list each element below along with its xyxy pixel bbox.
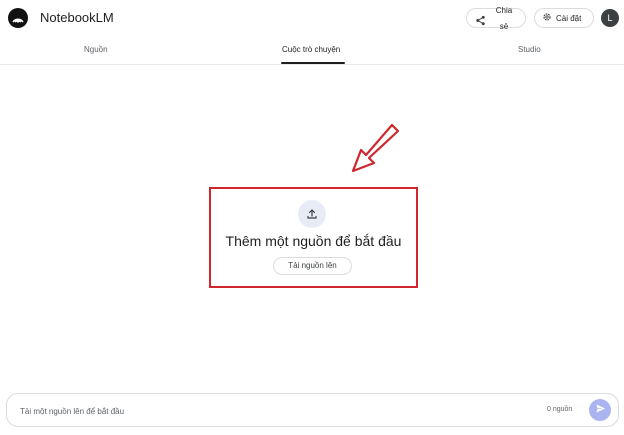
tab-sources[interactable]: Nguồn [84,45,108,54]
send-icon [595,401,606,419]
tab-chat[interactable]: Cuộc trò chuyện [282,45,340,54]
settings-label: Cài đặt [556,13,582,23]
active-tab-indicator [281,62,345,64]
source-count: 0 nguồn [547,406,573,413]
avatar[interactable]: L [601,9,619,27]
upload-source-button[interactable]: Tải nguồn lên [273,257,352,275]
share-icon [475,13,486,31]
gear-icon [542,12,552,24]
app-title: NotebookLM [40,10,114,25]
send-button[interactable] [589,399,611,421]
chat-input[interactable] [18,402,502,420]
tab-studio[interactable]: Studio [518,45,541,54]
notebooklm-logo-icon[interactable] [8,8,28,28]
share-button[interactable]: Chia sẻ [466,6,526,31]
settings-button[interactable]: Cài đặt [534,8,594,28]
tab-bar: Nguồn Cuộc trò chuyện Studio [0,38,624,65]
app-header: NotebookLM Chia sẻ Cài đặt L [0,0,624,38]
arrow-annotation-icon [345,123,401,180]
empty-state-title: Thêm một nguồn để bắt đầu [225,233,402,249]
chat-input-bar: 0 nguồn [6,393,619,427]
share-label: Chia sẻ [495,6,513,31]
upload-icon[interactable] [298,200,326,228]
